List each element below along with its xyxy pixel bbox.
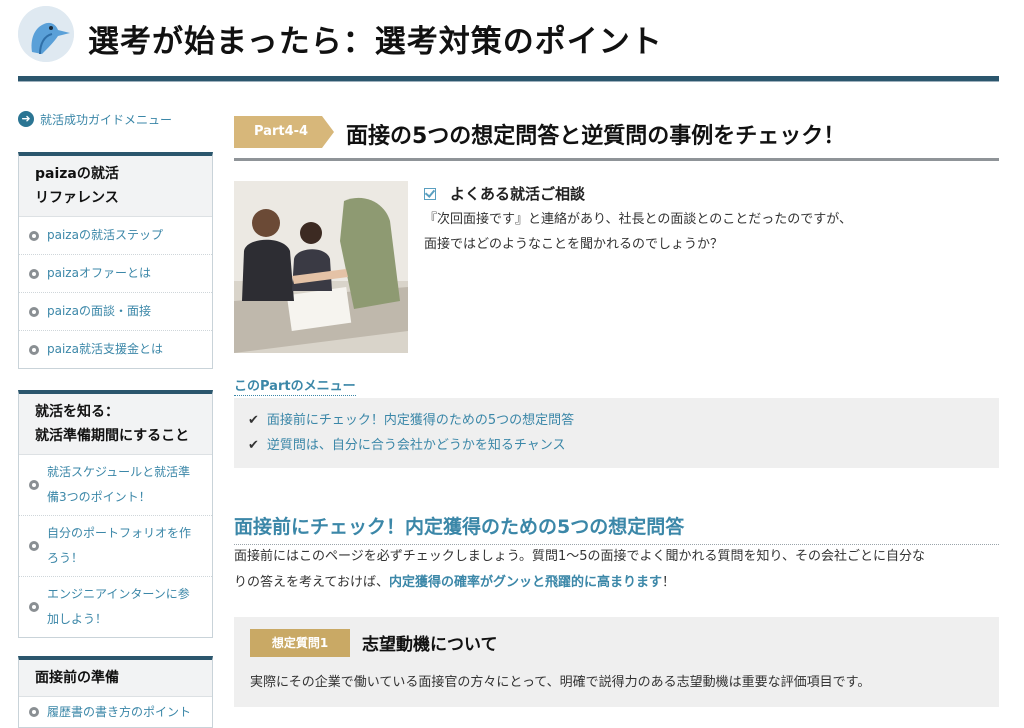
section-body-highlight: 内定獲得の確率がグンッと飛躍的に高まります xyxy=(388,575,662,590)
arrow-right-icon: ➜ xyxy=(18,111,34,127)
sidebar-box-prep: 面接前の準備 履歴書の書き方のポイント xyxy=(18,656,213,728)
sidebar-item-label: paizaの面談・面接 xyxy=(47,304,151,318)
checkmark-icon: ✔ xyxy=(248,438,259,453)
part-menu-item-label: 逆質問は、自分に合う会社かどうかを知るチャンス xyxy=(266,438,566,453)
sidebar-box-title-line: 面接前の準備 xyxy=(35,670,119,686)
consult-body: 『次回面接です』と連絡があり、社長との面談とのことだったのですが、 面接ではどの… xyxy=(424,207,994,257)
site-title: 選考が始まったら：選考対策のポイント xyxy=(88,24,663,60)
sidebar-item-offer[interactable]: paizaオファーとは xyxy=(19,255,212,293)
page-header: 選考が始まったら：選考対策のポイント xyxy=(0,0,1024,84)
bullet-icon xyxy=(29,602,39,612)
section-body-line: りの答えを考えておけば、内定獲得の確率がグンッと飛躍的に高まります！ xyxy=(234,570,999,596)
sidebar-item-interview[interactable]: paizaの面談・面接 xyxy=(19,293,212,331)
part-tag: Part4-4 xyxy=(234,116,334,148)
sidebar-item-label: 履歴書の書き方のポイント xyxy=(47,704,192,719)
consult-block: よくある就活ご相談 『次回面接です』と連絡があり、社長との面談とのことだったので… xyxy=(424,183,994,257)
sidebar-item-label: paizaの就活ステップ xyxy=(47,228,163,242)
interview-photo xyxy=(234,181,408,353)
main-content: Part4-4 面接の5つの想定問答と逆質問の事例をチェック！ よくある就活ご相… xyxy=(234,108,999,707)
sidebar-item-internship[interactable]: エンジニアインターンに参 加しよう！ xyxy=(19,577,212,637)
bullet-icon xyxy=(29,480,39,490)
sidebar-box-title-line: paizaの就活 xyxy=(35,166,119,182)
sidebar-box-title: 就活を知る： 就活準備期間にすること xyxy=(19,394,212,455)
sidebar-item-schedule[interactable]: 就活スケジュールと就活準 備3つのポイント！ xyxy=(19,455,212,516)
sidebar-box-title-line: 就活準備期間にすること xyxy=(35,428,190,444)
sidebar-item-label: paizaオファーとは xyxy=(47,266,151,280)
sidebar-box-know: 就活を知る： 就活準備期間にすること 就活スケジュールと就活準 備3つのポイント… xyxy=(18,390,213,638)
sidebar-item-support[interactable]: paiza就活支援金とは xyxy=(19,331,212,368)
consult-line: 『次回面接です』と連絡があり、社長との面談とのことだったのですが、 xyxy=(424,212,852,227)
sidebar-item-label-line: 加しよう！ xyxy=(47,612,108,626)
consult-line: 面接ではどのようなことを聞かれるのでしょうか？ xyxy=(424,237,724,252)
question-title: 志望動機について xyxy=(362,635,498,655)
checkbox-icon xyxy=(424,187,436,200)
sidebar-item-resume[interactable]: 履歴書の書き方のポイント xyxy=(19,697,212,727)
sidebar-box-title: 面接前の準備 xyxy=(19,660,212,697)
consult-title-text: よくある就活ご相談 xyxy=(450,185,586,203)
sidebar-item-label-line: ろう！ xyxy=(47,551,84,565)
question-tag: 想定質問1 xyxy=(250,629,350,657)
part-menu-item[interactable]: ✔ 面接前にチェック！内定獲得のための5つの想定問答 xyxy=(248,408,985,433)
sidebar-box-title: paizaの就活 リファレンス xyxy=(19,156,212,217)
sidebar-item-portfolio[interactable]: 自分のポートフォリオを作 ろう！ xyxy=(19,516,212,577)
bullet-icon xyxy=(29,230,39,241)
part-title: 面接の5つの想定問答と逆質問の事例をチェック！ xyxy=(346,124,846,149)
header-divider xyxy=(18,76,999,82)
part-menu-item-label: 面接前にチェック！内定獲得のための5つの想定問答 xyxy=(266,413,575,428)
consult-title: よくある就活ご相談 xyxy=(424,183,994,204)
bullet-icon xyxy=(29,707,39,717)
bullet-icon xyxy=(29,268,39,279)
sidebar-item-label: 自分のポートフォリオを作 ろう！ xyxy=(47,521,191,571)
bullet-icon xyxy=(29,541,39,551)
sidebar-box-reference: paizaの就活 リファレンス paizaの就活ステップ paizaオファーとは… xyxy=(18,152,213,369)
guide-menu-label: 就活成功ガイドメニュー xyxy=(40,112,173,127)
section-body-text: りの答えを考えておけば、 xyxy=(234,575,389,590)
sidebar-box-title-line: リファレンス xyxy=(35,190,119,206)
checkmark-icon: ✔ xyxy=(248,413,259,428)
question-box: 想定質問1 志望動機について 実際にその企業で働いている面接官の方々にとって、明確… xyxy=(234,617,999,707)
sidebar-item-steps[interactable]: paizaの就活ステップ xyxy=(19,217,212,255)
sidebar-item-label: エンジニアインターンに参 加しよう！ xyxy=(47,582,190,632)
sidebar-item-label: paiza就活支援金とは xyxy=(47,342,163,356)
sidebar-item-label-line: 就活スケジュールと就活準 xyxy=(47,465,191,479)
section-body: 面接前にはこのページを必ずチェックしましょう。質問1〜5の面接でよく聞かれる質問… xyxy=(234,544,999,596)
bullet-icon xyxy=(29,306,39,317)
part-menu: ✔ 面接前にチェック！内定獲得のための5つの想定問答 ✔ 逆質問は、自分に合う会社か… xyxy=(234,398,999,468)
part-heading: Part4-4 面接の5つの想定問答と逆質問の事例をチェック！ xyxy=(234,108,999,161)
guide-menu-link[interactable]: ➜ 就活成功ガイドメニュー xyxy=(18,108,214,130)
bird-logo-icon[interactable] xyxy=(18,6,74,62)
sidebar-box-title-line: 就活を知る： xyxy=(35,404,119,420)
section-body-text: ！ xyxy=(661,575,675,590)
sidebar-item-label-line: 備3つのポイント！ xyxy=(47,490,151,504)
question-header: 想定質問1 志望動機について xyxy=(250,629,983,657)
section-title: 面接前にチェック！内定獲得のための5つの想定問答 xyxy=(234,512,999,545)
part-menu-label: このPartのメニュー xyxy=(234,375,356,396)
sidebar: ➜ 就活成功ガイドメニュー paizaの就活 リファレンス paizaの就活ステ… xyxy=(18,108,214,728)
sidebar-item-label: 就活スケジュールと就活準 備3つのポイント！ xyxy=(47,460,190,510)
sidebar-item-label-line: エンジニアインターンに参 xyxy=(47,587,190,601)
bullet-icon xyxy=(29,344,39,355)
sidebar-item-label-line: 自分のポートフォリオを作 xyxy=(47,526,192,540)
part-menu-item[interactable]: ✔ 逆質問は、自分に合う会社かどうかを知るチャンス xyxy=(248,433,985,458)
section-body-line: 面接前にはこのページを必ずチェックしましょう。質問1〜5の面接でよく聞かれる質問… xyxy=(234,549,925,564)
question-body: 実際にその企業で働いている面接官の方々にとって、明確で説得力のある志望動機は重要… xyxy=(250,675,871,690)
